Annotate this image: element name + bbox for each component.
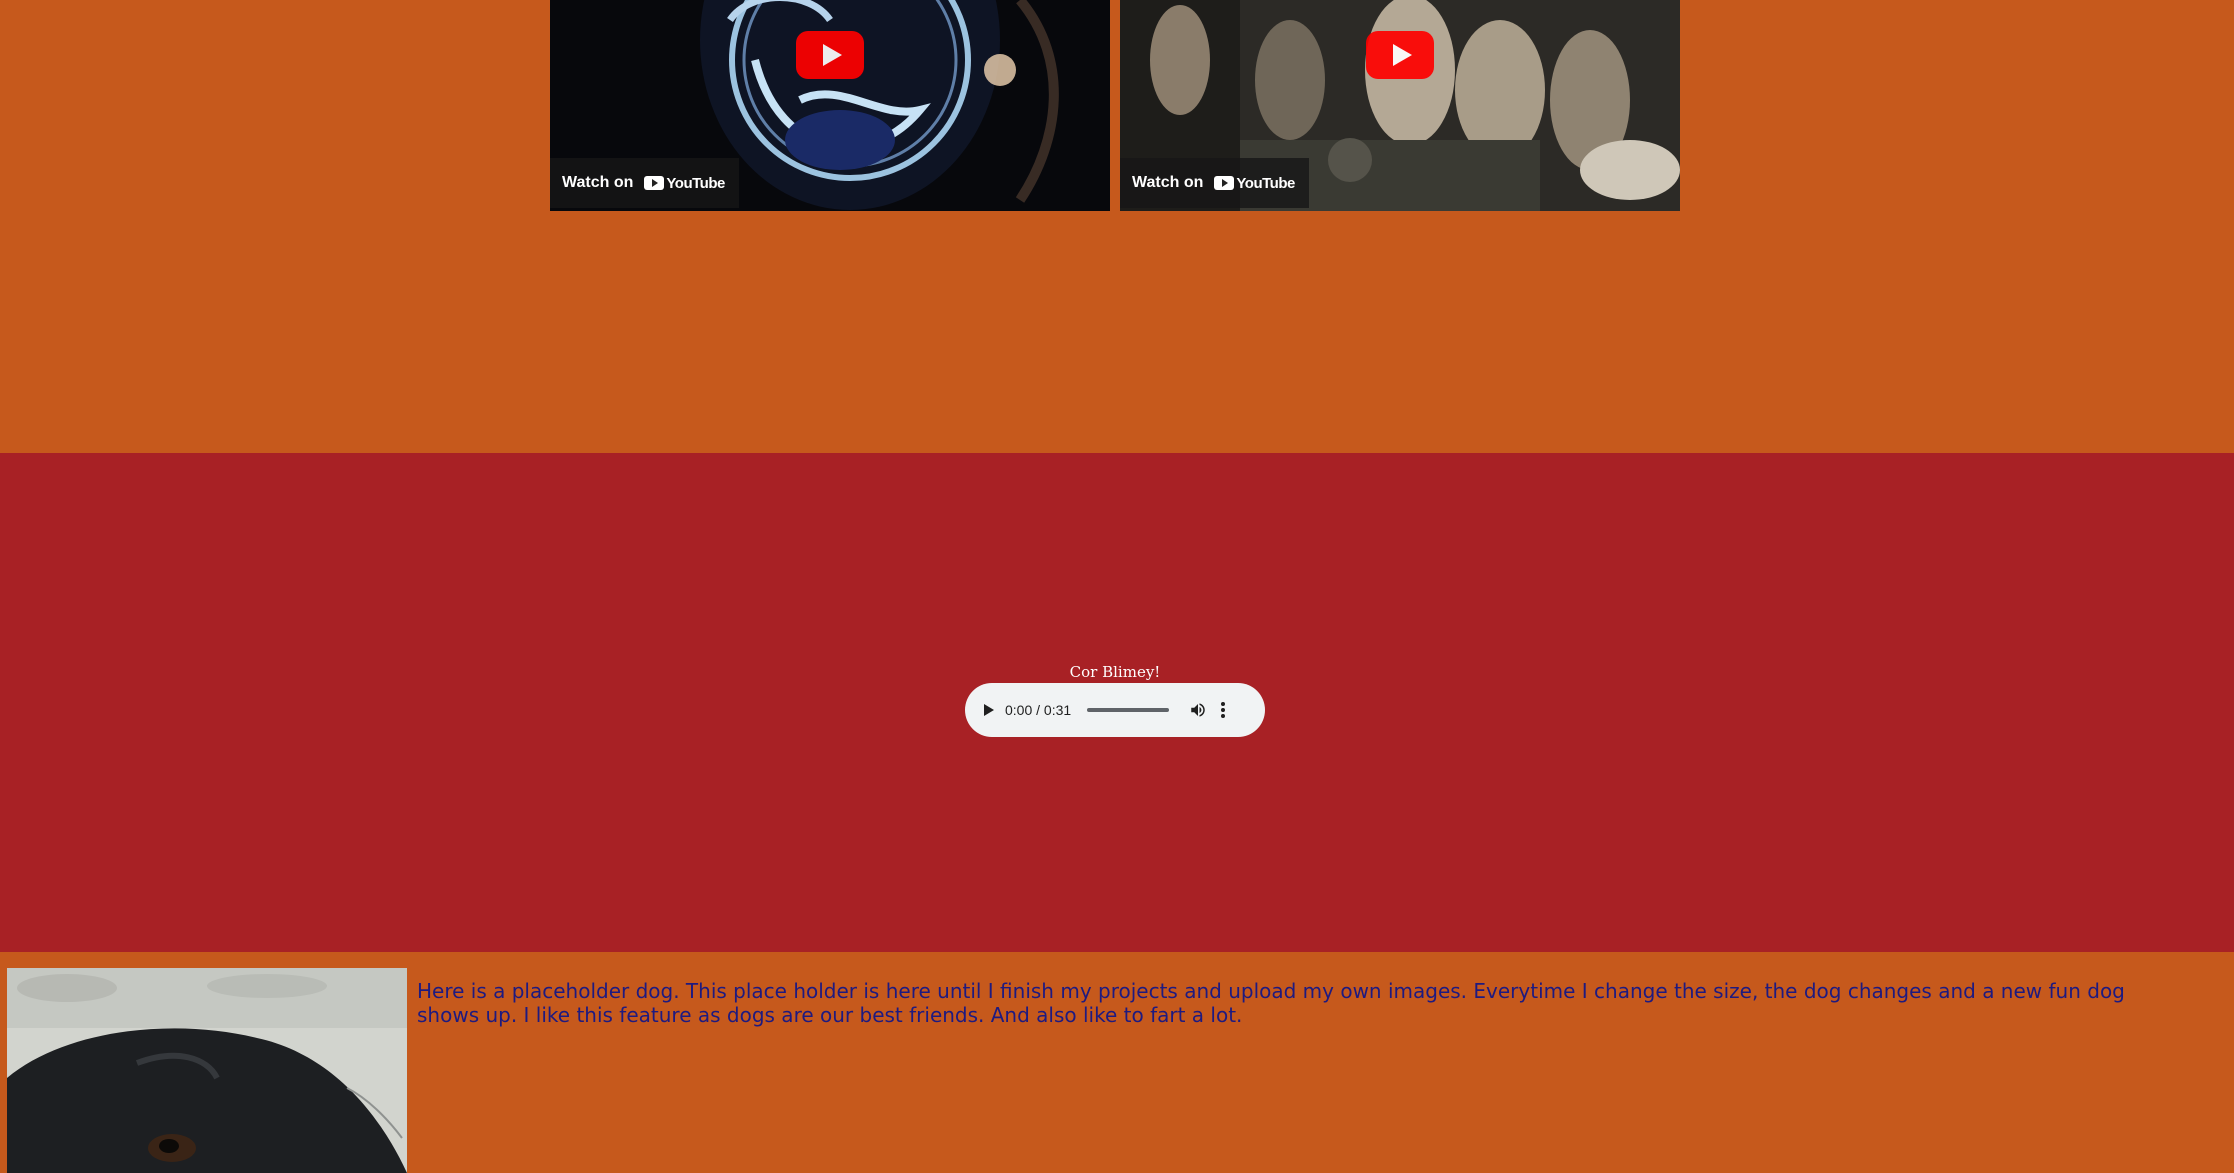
play-icon — [1393, 44, 1412, 66]
dog-section: Here is a placeholder dog. This place ho… — [0, 952, 2234, 1173]
watch-label: Watch on — [562, 174, 634, 191]
audio-progress-bar[interactable] — [1087, 708, 1170, 712]
watch-label: Watch on — [1132, 174, 1204, 191]
youtube-embed-2[interactable]: Watch on YouTube — [1120, 0, 1680, 211]
play-icon — [823, 44, 842, 66]
watch-on-youtube-link-1[interactable]: Watch on YouTube — [550, 158, 739, 208]
youtube-logo: YouTube — [1214, 174, 1295, 192]
more-options-icon[interactable] — [1221, 702, 1226, 718]
placeholder-dog-image — [7, 968, 407, 1173]
youtube-wordmark: YouTube — [666, 174, 725, 192]
youtube-play-icon — [1214, 176, 1235, 190]
play-button-1[interactable] — [796, 31, 864, 79]
audio-play-icon[interactable] — [984, 704, 994, 716]
dog-description: Here is a placeholder dog. This place ho… — [417, 979, 2125, 1027]
volume-icon[interactable] — [1189, 701, 1207, 719]
youtube-wordmark: YouTube — [1236, 174, 1295, 192]
audio-title: Cor Blimey! — [1069, 663, 1161, 681]
audio-time: 0:00 / 0:31 — [1005, 702, 1072, 718]
youtube-play-icon — [644, 176, 665, 190]
youtube-logo: YouTube — [644, 174, 725, 192]
audio-player[interactable]: 0:00 / 0:31 — [965, 683, 1265, 737]
video-row: Watch on YouTube Watch on YouTube — [0, 0, 2234, 453]
play-button-2[interactable] — [1366, 31, 1434, 79]
watch-on-youtube-link-2[interactable]: Watch on YouTube — [1120, 158, 1309, 208]
youtube-embed-1[interactable]: Watch on YouTube — [550, 0, 1110, 211]
